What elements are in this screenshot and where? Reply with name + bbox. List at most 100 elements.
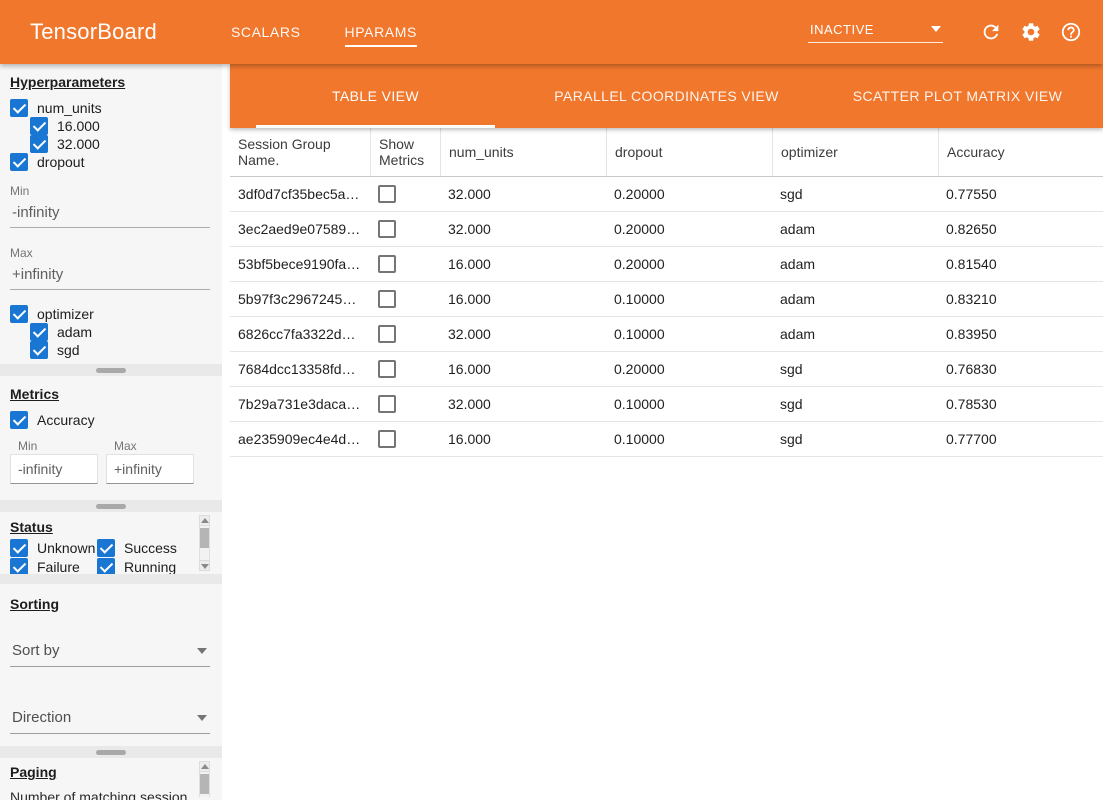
num-units-value: 32.000 (440, 396, 606, 412)
sidebar: Hyperparameters num_units 16.000 32.000 … (0, 64, 222, 800)
status-heading: Status (10, 519, 212, 535)
checkbox-failure[interactable]: Failure (10, 558, 97, 574)
view-tabs: TABLE VIEW PARALLEL COORDINATES VIEW SCA… (230, 64, 1103, 128)
sidebar-panel-metrics: Metrics Accuracy Min Max (0, 376, 222, 500)
checkbox-optimizer[interactable]: optimizer (10, 305, 212, 323)
column-header-num-units[interactable]: num_units (440, 128, 606, 176)
checkbox-label: adam (57, 324, 92, 340)
table-row: 7684dcc13358fd0… 16.000 0.20000 sgd 0.76… (230, 352, 1103, 387)
chevron-down-icon (197, 715, 207, 721)
hyperparameters-heading: Hyperparameters (10, 74, 212, 90)
refresh-icon (980, 21, 1002, 43)
dropout-min-field: Min (10, 184, 212, 228)
checkbox-32-000[interactable]: 32.000 (30, 135, 212, 153)
accuracy-value: 0.82650 (938, 221, 1103, 237)
session-group-name: 5b97f3c2967245b… (230, 291, 370, 307)
scrollbar-track[interactable] (199, 772, 210, 797)
panel-gap (0, 574, 222, 584)
metric-max-field: Max (106, 439, 194, 484)
top-nav: SCALARS HPARAMS (209, 0, 439, 64)
num-units-value: 16.000 (440, 256, 606, 272)
top-bar: TensorBoard SCALARS HPARAMS INACTIVE (0, 0, 1103, 64)
session-group-name: 3df0d7cf35bec5a… (230, 186, 370, 202)
column-header-show-metrics[interactable]: Show Metrics (370, 128, 440, 176)
show-metrics-checkbox[interactable] (378, 395, 396, 413)
column-header-accuracy[interactable]: Accuracy (938, 128, 1103, 176)
checkbox-label: Success (124, 540, 177, 556)
session-group-name: 53bf5bece9190fa… (230, 256, 370, 272)
optimizer-value: adam (772, 221, 938, 237)
tab-hparams[interactable]: HPARAMS (323, 0, 439, 64)
checkbox-adam[interactable]: adam (30, 323, 212, 341)
accuracy-value: 0.83950 (938, 326, 1103, 342)
scrollbar-thumb[interactable] (200, 774, 209, 794)
scrollbar-thumb[interactable] (200, 528, 209, 548)
app-title: TensorBoard (30, 19, 157, 45)
status-scrollbar[interactable] (199, 515, 210, 571)
checkbox-sgd[interactable]: sgd (30, 341, 212, 359)
scroll-down-icon[interactable] (199, 560, 210, 571)
show-metrics-checkbox[interactable] (378, 360, 396, 378)
checkbox-unknown[interactable]: Unknown (10, 539, 97, 557)
column-header-optimizer[interactable]: optimizer (772, 128, 938, 176)
checkbox-icon (97, 558, 115, 574)
scroll-up-icon[interactable] (199, 761, 210, 772)
tab-scalars[interactable]: SCALARS (209, 0, 323, 64)
dropout-value: 0.10000 (606, 396, 772, 412)
checkbox-running[interactable]: Running (97, 558, 184, 574)
metric-minmax-row: Min Max (10, 439, 212, 484)
checkbox-success[interactable]: Success (97, 539, 184, 557)
metric-min-input[interactable] (10, 454, 98, 484)
table-row: ae235909ec4e4d… 16.000 0.10000 sgd 0.777… (230, 422, 1103, 457)
pane-resize-handle[interactable] (0, 746, 222, 758)
metric-max-input[interactable] (106, 454, 194, 484)
checkbox-icon (10, 558, 28, 574)
checkbox-num-units[interactable]: num_units (10, 99, 212, 117)
metric-min-field: Min (10, 439, 98, 484)
show-metrics-checkbox[interactable] (378, 185, 396, 203)
show-metrics-checkbox[interactable] (378, 290, 396, 308)
settings-button[interactable] (1019, 20, 1043, 44)
pane-resize-handle[interactable] (0, 500, 222, 512)
tab-parallel-coordinates-view[interactable]: PARALLEL COORDINATES VIEW (521, 64, 812, 128)
table-row: 3ec2aed9e07589f… 32.000 0.20000 adam 0.8… (230, 212, 1103, 247)
checkbox-16-000[interactable]: 16.000 (30, 117, 212, 135)
sidebar-panel-paging: Paging Number of matching session groups… (0, 758, 222, 800)
table-row: 7b29a731e3daca… 32.000 0.10000 sgd 0.785… (230, 387, 1103, 422)
column-header-session-group-name[interactable]: Session Group Name. (230, 128, 370, 176)
dropout-value: 0.20000 (606, 361, 772, 377)
reload-status-dropdown[interactable]: INACTIVE (808, 22, 943, 43)
show-metrics-checkbox[interactable] (378, 430, 396, 448)
sidebar-panel-sorting: Sorting Sort by Direction (0, 584, 222, 746)
paging-heading: Paging (10, 764, 212, 780)
dropout-value: 0.10000 (606, 326, 772, 342)
accuracy-value: 0.76830 (938, 361, 1103, 377)
scrollbar-track[interactable] (199, 526, 210, 560)
max-label: Max (106, 439, 194, 453)
paging-scrollbar[interactable] (199, 761, 210, 797)
scroll-up-icon[interactable] (199, 515, 210, 526)
column-header-dropout[interactable]: dropout (606, 128, 772, 176)
show-metrics-checkbox[interactable] (378, 220, 396, 238)
dropout-value: 0.20000 (606, 221, 772, 237)
direction-select[interactable]: Direction (10, 706, 210, 734)
checkbox-label: sgd (57, 342, 80, 358)
dropout-max-input[interactable] (10, 261, 210, 290)
refresh-button[interactable] (979, 20, 1003, 44)
sort-by-select[interactable]: Sort by (10, 639, 210, 667)
checkbox-icon (97, 539, 115, 557)
optimizer-value: adam (772, 326, 938, 342)
tab-scatter-plot-matrix-view[interactable]: SCATTER PLOT MATRIX VIEW (812, 64, 1103, 128)
dropout-min-input[interactable] (10, 199, 210, 228)
session-group-name: 6826cc7fa3322d82… (230, 326, 370, 342)
show-metrics-checkbox[interactable] (378, 325, 396, 343)
accuracy-value: 0.81540 (938, 256, 1103, 272)
show-metrics-checkbox[interactable] (378, 255, 396, 273)
checkbox-dropout[interactable]: dropout (10, 153, 212, 171)
tab-table-view[interactable]: TABLE VIEW (230, 64, 521, 128)
optimizer-value: adam (772, 256, 938, 272)
pane-resize-handle[interactable] (0, 364, 222, 376)
checkbox-accuracy[interactable]: Accuracy (10, 411, 212, 429)
help-button[interactable] (1059, 20, 1083, 44)
num-units-value: 16.000 (440, 361, 606, 377)
